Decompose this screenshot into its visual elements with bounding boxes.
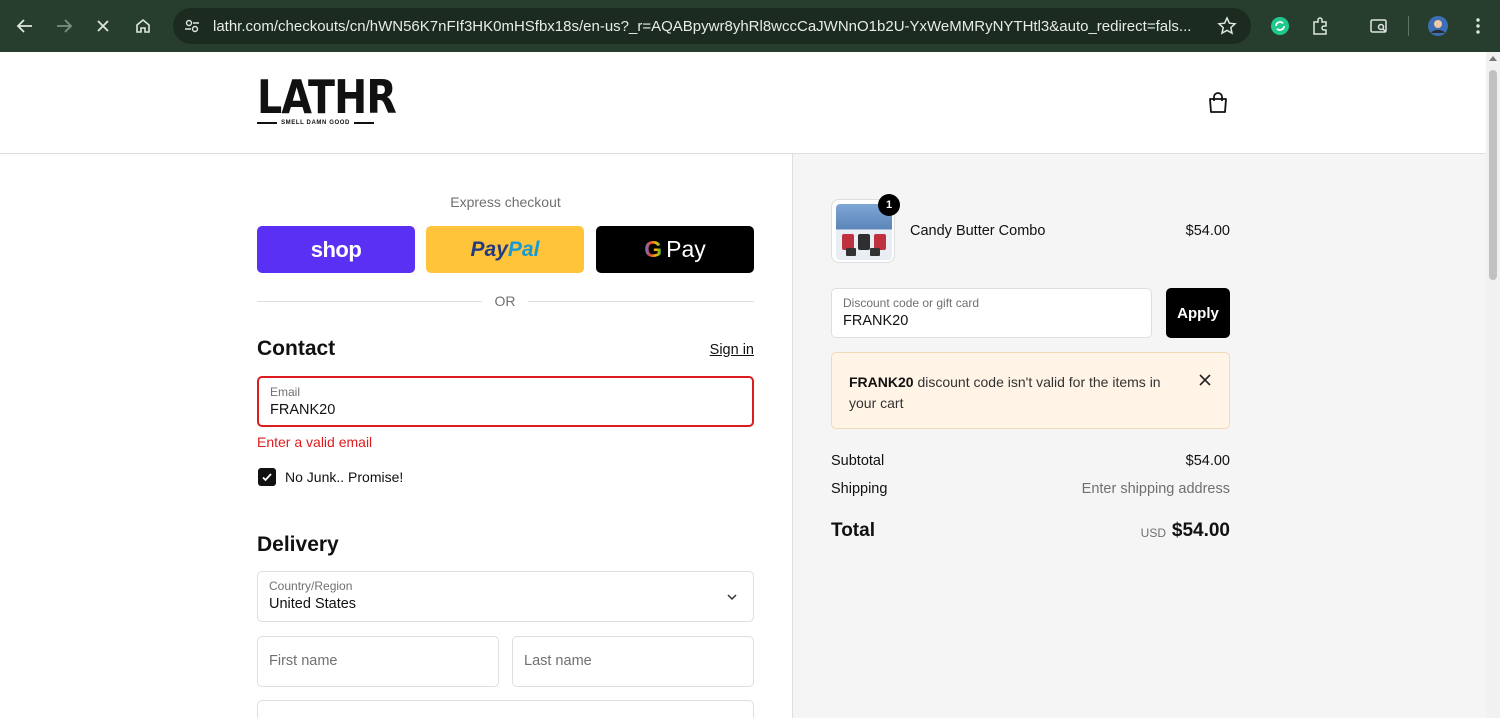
logo-tagline: SMELL DAMN GOOD [257, 120, 375, 126]
paypal-button[interactable]: Pay Pal [426, 226, 584, 273]
marketing-checkbox-label[interactable]: No Junk.. Promise! [285, 469, 403, 485]
delivery-heading: Delivery [257, 533, 339, 556]
shop-pay-label: shop [310, 236, 362, 262]
email-field-label: Email [270, 385, 301, 399]
shipping-value: Enter shipping address [1081, 481, 1230, 497]
chevron-down-icon [725, 590, 739, 604]
lathr-logo[interactable]: LATHR SMELL DAMN GOOD [257, 70, 397, 132]
apply-discount-button[interactable]: Apply [1166, 288, 1230, 338]
sign-in-link[interactable]: Sign in [700, 342, 754, 358]
paypal-label-part2: Pal [507, 237, 540, 261]
stop-loading-icon[interactable] [91, 14, 115, 38]
site-settings-icon[interactable] [181, 15, 203, 37]
first-name-placeholder: First name [269, 653, 338, 669]
divider-right [528, 301, 754, 302]
discount-code-label: Discount code or gift card [843, 296, 980, 310]
bookmark-star-icon[interactable] [1217, 16, 1237, 36]
shop-pay-button[interactable]: shop [257, 226, 415, 273]
checkout-page: LATHR SMELL DAMN GOOD Express checkout s… [0, 52, 1486, 718]
total-currency: USD [1140, 526, 1166, 540]
subtotal-label: Subtotal [831, 453, 885, 469]
extension-refresh-icon[interactable] [1268, 14, 1292, 38]
email-field[interactable]: Email FRANK20 [257, 376, 754, 427]
country-select[interactable]: Country/Region United States [257, 571, 754, 622]
product-name: Candy Butter Combo [910, 223, 1046, 239]
logo-wordmark: LATHR [257, 70, 397, 124]
address-field[interactable] [257, 700, 754, 718]
scroll-up-arrow-icon[interactable] [1489, 56, 1497, 61]
logo-tagline-text: SMELL DAMN GOOD [281, 120, 350, 126]
subtotal-value: $54.00 [1185, 453, 1230, 469]
first-name-field[interactable]: First name [257, 636, 499, 687]
country-select-value: United States [269, 596, 357, 612]
paypal-label-part1: Pay [470, 237, 508, 261]
site-header: LATHR SMELL DAMN GOOD [0, 52, 1486, 154]
quantity-badge: 1 [878, 194, 900, 216]
discount-error-message: FRANK20 discount code isn't valid for th… [849, 372, 1179, 414]
contact-heading: Contact [257, 337, 336, 360]
discount-code-value: FRANK20 [843, 313, 909, 329]
discount-code-input[interactable]: Discount code or gift card FRANK20 [831, 288, 1152, 338]
forward-icon[interactable] [52, 14, 76, 38]
scrollbar-thumb[interactable] [1489, 70, 1497, 280]
back-icon[interactable] [13, 14, 37, 38]
toolbar-divider [1408, 16, 1409, 36]
express-checkout-label: Express checkout [450, 194, 561, 210]
url-text[interactable]: lathr.com/checkouts/cn/hWN56K7nFIf3HK0mH… [213, 18, 1213, 35]
shopping-bag-icon[interactable] [1205, 90, 1231, 116]
product-price: $54.00 [1185, 223, 1230, 239]
marketing-checkbox[interactable] [258, 468, 276, 486]
last-name-placeholder: Last name [524, 653, 592, 669]
google-pay-button[interactable]: G Pay [596, 226, 754, 273]
extensions-puzzle-icon[interactable] [1308, 14, 1332, 38]
shipping-label: Shipping [831, 481, 888, 497]
google-g-icon: G [644, 236, 663, 262]
discount-error-code: FRANK20 [849, 374, 914, 390]
last-name-field[interactable]: Last name [512, 636, 754, 687]
email-field-value: FRANK20 [270, 402, 336, 418]
address-bar[interactable]: lathr.com/checkouts/cn/hWN56K7nFIf3HK0mH… [173, 8, 1251, 44]
page-scrollbar[interactable] [1486, 52, 1500, 718]
tab-search-icon[interactable] [1367, 14, 1391, 38]
or-divider-text: OR [494, 293, 516, 309]
total-label: Total [831, 520, 875, 541]
discount-error-alert: FRANK20 discount code isn't valid for th… [831, 352, 1230, 429]
browser-toolbar: lathr.com/checkouts/cn/hWN56K7nFIf3HK0mH… [0, 0, 1500, 52]
email-error-message: Enter a valid email [257, 434, 373, 450]
country-select-label: Country/Region [269, 579, 353, 593]
divider-left [257, 301, 482, 302]
order-summary-panel [792, 154, 1486, 718]
profile-avatar-icon[interactable] [1426, 14, 1450, 38]
total-value: $54.00 [1171, 520, 1230, 541]
home-icon[interactable] [131, 14, 155, 38]
close-icon[interactable] [1196, 371, 1214, 389]
browser-menu-icon[interactable] [1466, 14, 1490, 38]
google-pay-label: Pay [666, 236, 706, 262]
